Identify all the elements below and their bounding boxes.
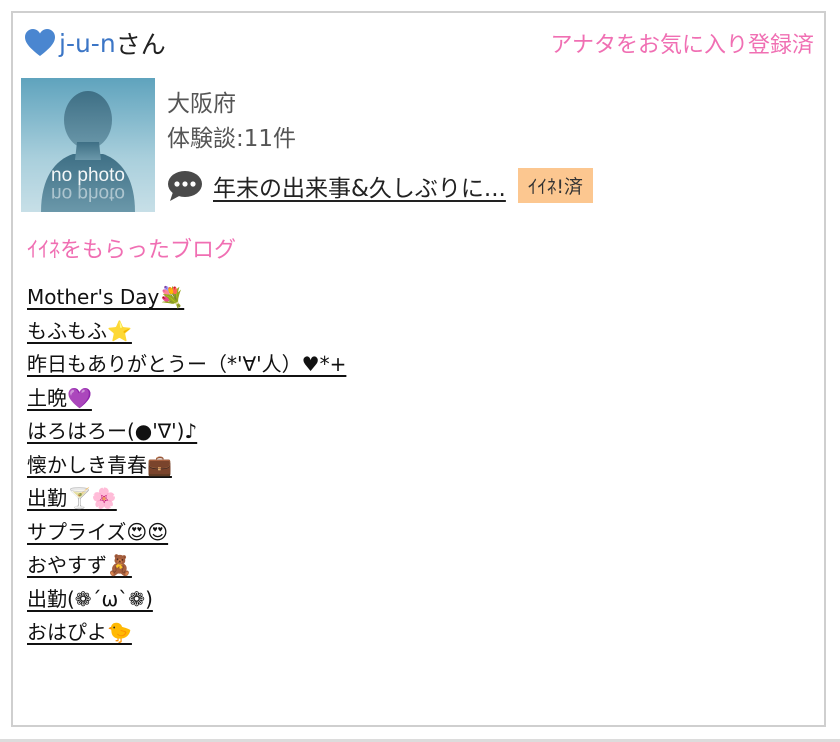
list-item: もふもふ⭐ — [27, 315, 346, 349]
blog-link[interactable]: 出勤🍸🌸 — [27, 486, 117, 510]
blue-heart-icon — [25, 29, 55, 57]
list-item: 出勤(❁´ω`❁) — [27, 583, 346, 617]
blog-link[interactable]: もふもふ⭐ — [27, 319, 132, 343]
avatar[interactable]: no photo no photo — [21, 78, 155, 212]
profile-row: no photo no photo 大阪府 体験談:11件 年末の出来事&久しぶ… — [21, 76, 811, 216]
prefecture: 大阪府 — [167, 91, 236, 117]
list-item: おやすず🧸 — [27, 549, 346, 583]
honorific: さん — [115, 30, 166, 59]
list-item: 懐かしき青春💼 — [27, 449, 346, 483]
review-count: 体験談:11件 — [167, 126, 297, 152]
blog-link[interactable]: 土晩💜 — [27, 386, 92, 410]
blog-link[interactable]: Mother's Day💐 — [27, 285, 184, 309]
favorite-status: アナタをお気に入り登録済 — [550, 33, 814, 58]
blog-link[interactable]: サプライズ😍😍 — [27, 520, 168, 544]
avatar-label-reflection: no photo — [51, 183, 125, 204]
list-item: はろはろー(●'∇')♪ — [27, 415, 346, 449]
username[interactable]: j-u-n — [59, 29, 116, 58]
list-item: 出勤🍸🌸 — [27, 482, 346, 516]
user-name-link[interactable]: j-u-n さん — [25, 25, 166, 61]
list-item: サプライズ😍😍 — [27, 516, 346, 550]
latest-post: 年末の出来事&久しぶりに... ｲｲﾈ!済 — [167, 168, 593, 203]
list-item: おはぴよ🐤 — [27, 616, 346, 650]
list-item: 土晩💜 — [27, 382, 346, 416]
liked-blogs-heading: ｲｲﾈをもらったブログ — [27, 238, 237, 263]
latest-post-link[interactable]: 年末の出来事&久しぶりに... — [213, 169, 506, 203]
card-header: j-u-n さん アナタをお気に入り登録済 — [25, 25, 814, 61]
user-card: j-u-n さん アナタをお気に入り登録済 no photo no photo … — [11, 11, 826, 727]
blog-link[interactable]: はろはろー(●'∇')♪ — [27, 419, 197, 443]
blog-link[interactable]: 懐かしき青春💼 — [27, 453, 172, 477]
liked-blog-list: Mother's Day💐 もふもふ⭐ 昨日もありがとうー（*'∀'人）♥*+ … — [27, 281, 346, 650]
list-item: 昨日もありがとうー（*'∀'人）♥*+ — [27, 348, 346, 382]
blog-link[interactable]: おはぴよ🐤 — [27, 620, 132, 644]
speech-bubble-icon — [167, 170, 203, 202]
blog-link[interactable]: 出勤(❁´ω`❁) — [27, 587, 153, 611]
liked-badge: ｲｲﾈ!済 — [517, 168, 593, 203]
blog-link[interactable]: 昨日もありがとうー（*'∀'人）♥*+ — [27, 352, 346, 376]
blog-link[interactable]: おやすず🧸 — [27, 553, 132, 577]
list-item: Mother's Day💐 — [27, 281, 346, 315]
